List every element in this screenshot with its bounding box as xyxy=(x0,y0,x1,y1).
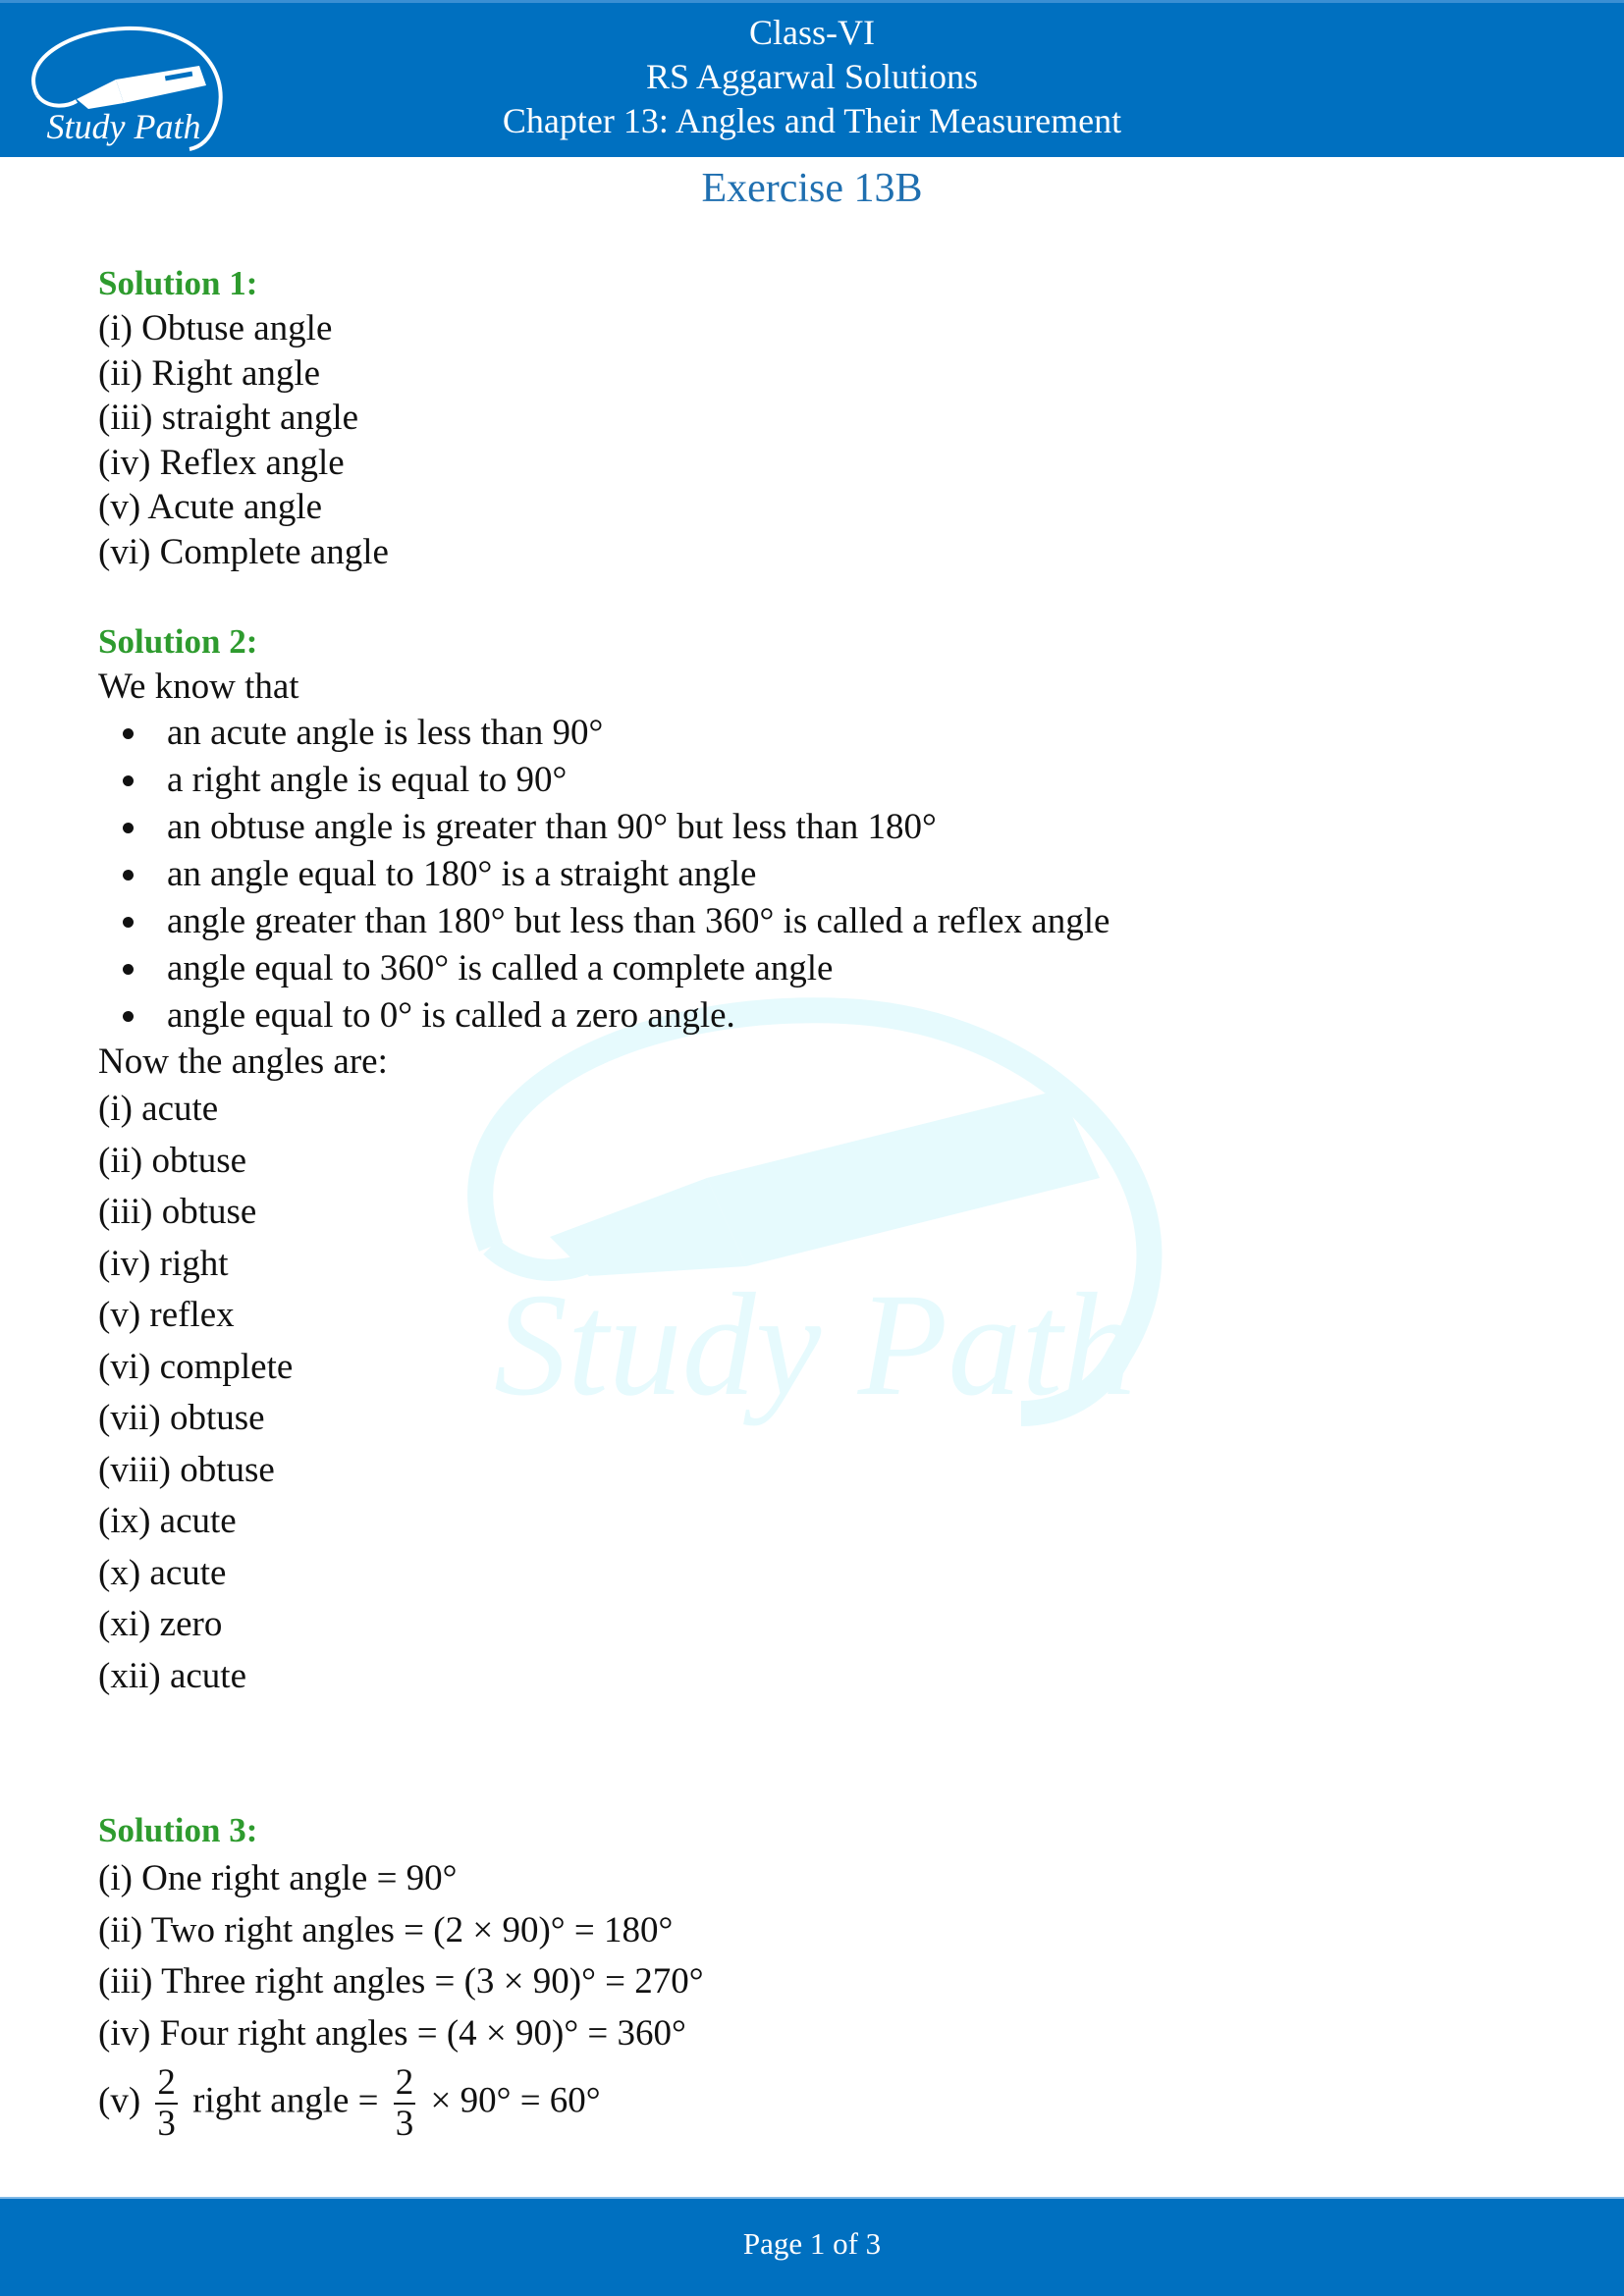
solution-3: Solution 3: (i) One right angle = 90° (i… xyxy=(98,1808,1522,2144)
bullet-icon xyxy=(123,822,134,833)
bullet-icon xyxy=(123,869,134,881)
exercise-title: Exercise 13B xyxy=(701,166,923,211)
list-item-text: an obtuse angle is greater than 90° but … xyxy=(167,806,937,847)
solution-2: Solution 2: We know that an acute angle … xyxy=(98,619,1522,1702)
fraction-answer-line: (v) 2 3 right angle = 2 3 × 90° = 60° xyxy=(98,2063,1522,2144)
fraction: 2 3 xyxy=(155,2063,178,2144)
header-book: RS Aggarwal Solutions xyxy=(645,57,979,96)
answer-line: (vi) Complete angle xyxy=(98,531,389,572)
answer-line: (xii) acute xyxy=(98,1655,246,1696)
answer-line: (ii) obtuse xyxy=(98,1140,247,1181)
list-item: angle greater than 180° but less than 36… xyxy=(98,898,1522,945)
answer-line: (i) Obtuse angle xyxy=(98,308,333,348)
bullet-icon xyxy=(123,963,134,975)
answer-line: (iii) Three right angles = (3 × 90)° = 2… xyxy=(98,1961,704,2002)
answer-line: (ix) acute xyxy=(98,1501,237,1541)
fraction: 2 3 xyxy=(393,2062,416,2144)
list-item-text: a right angle is equal to 90° xyxy=(167,759,568,800)
list-item-text: an angle equal to 180° is a straight ang… xyxy=(167,853,757,894)
answer-line: (viii) obtuse xyxy=(98,1449,275,1490)
intro-text: We know that xyxy=(98,667,299,707)
solution-heading: Solution 1: xyxy=(98,264,258,302)
answer-line: (x) acute xyxy=(98,1552,227,1593)
page-number: Page 1 of 3 xyxy=(742,2226,882,2261)
solution-heading: Solution 2: xyxy=(98,622,258,661)
answer-line: (i) acute xyxy=(98,1089,219,1129)
page-header: Study Path Class-VI RS Aggarwal Solution… xyxy=(0,0,1624,157)
answer-line: (iv) Reflex angle xyxy=(98,442,345,483)
solutions-content: Solution 1: (i) Obtuse angle (ii) Right … xyxy=(98,261,1522,2144)
list-item: an obtuse angle is greater than 90° but … xyxy=(98,804,1522,851)
bullet-icon xyxy=(123,727,134,739)
bullet-icon xyxy=(123,916,134,928)
answer-line: (xi) zero xyxy=(98,1604,223,1644)
solution-1: Solution 1: (i) Obtuse angle (ii) Right … xyxy=(98,261,1522,574)
followup-text: Now the angles are: xyxy=(98,1041,388,1082)
answer-line: (iii) straight angle xyxy=(98,398,359,438)
answer-line: (iii) obtuse xyxy=(98,1192,257,1232)
list-item: an acute angle is less than 90° xyxy=(98,710,1522,757)
page-footer: Page 1 of 3 xyxy=(0,2197,1624,2296)
list-item-text: angle equal to 360° is called a complete… xyxy=(167,947,834,988)
header-class: Class-VI xyxy=(749,13,875,52)
list-item-text: angle greater than 180° but less than 36… xyxy=(167,900,1110,941)
fraction-denominator: 3 xyxy=(395,2104,414,2144)
list-item: an angle equal to 180° is a straight ang… xyxy=(98,851,1522,898)
header-chapter: Chapter 13: Angles and Their Measurement xyxy=(502,101,1122,140)
list-item: angle equal to 0° is called a zero angle… xyxy=(98,992,1522,1040)
fraction-numerator: 2 xyxy=(393,2062,416,2105)
answer-line: (iv) right xyxy=(98,1243,229,1284)
bullet-icon xyxy=(123,774,134,786)
item-label: (v) xyxy=(98,2080,141,2121)
answer-line: (v) Acute angle xyxy=(98,487,323,527)
list-item: angle equal to 360° is called a complete… xyxy=(98,945,1522,992)
answer-line: (vii) obtuse xyxy=(98,1398,265,1438)
list-item-text: angle equal to 0° is called a zero angle… xyxy=(167,994,735,1036)
fraction-numerator: 2 xyxy=(155,2062,178,2105)
equation-middle: right angle = xyxy=(192,2080,379,2121)
answer-line: (ii) Two right angles = (2 × 90)° = 180° xyxy=(98,1909,674,1950)
answer-line: (ii) Right angle xyxy=(98,352,321,394)
bullet-icon xyxy=(123,1010,134,1022)
answer-line: (i) One right angle = 90° xyxy=(98,1858,458,1898)
solution-heading: Solution 3: xyxy=(98,1811,258,1849)
answer-line: (vi) complete xyxy=(98,1346,294,1387)
answer-line: (iv) Four right angles = (4 × 90)° = 360… xyxy=(98,2012,686,2054)
fraction-denominator: 3 xyxy=(157,2104,176,2144)
list-item: a right angle is equal to 90° xyxy=(98,757,1522,804)
equation-result: × 90° = 60° xyxy=(430,2080,601,2121)
answer-line: (v) reflex xyxy=(98,1295,235,1335)
list-item-text: an acute angle is less than 90° xyxy=(167,712,604,753)
definition-list: an acute angle is less than 90° a right … xyxy=(98,710,1522,1040)
